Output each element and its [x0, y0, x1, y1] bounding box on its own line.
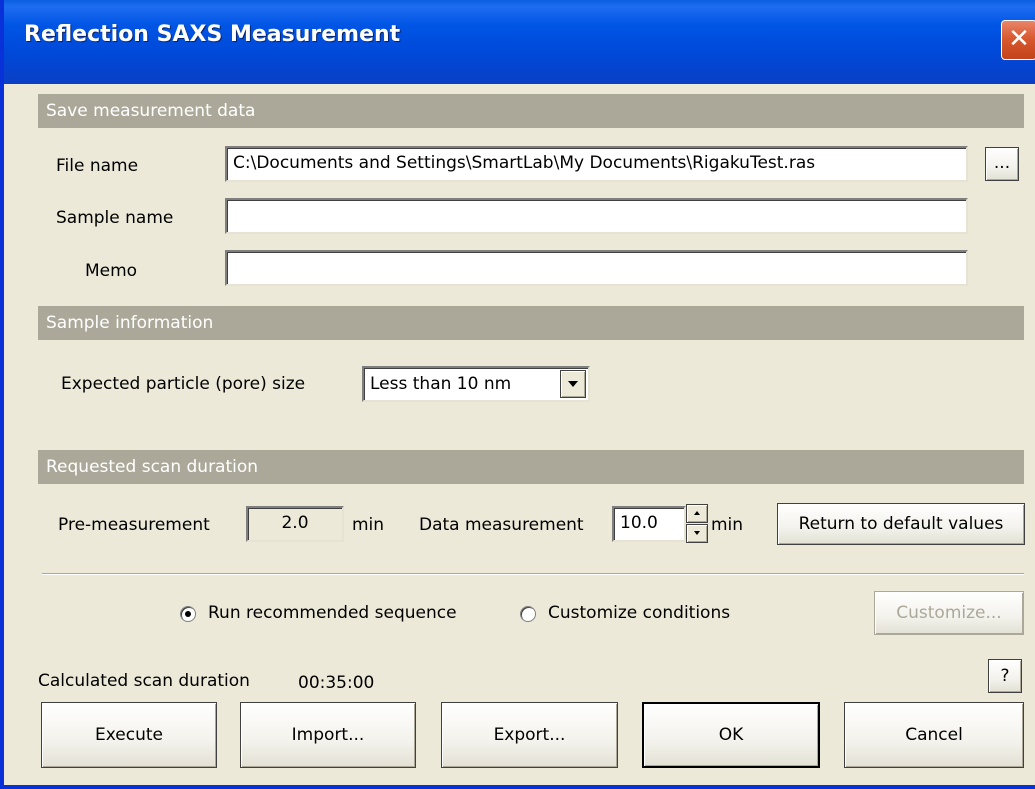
- particle-size-select[interactable]: Less than 10 nm: [362, 366, 590, 402]
- chevron-down-icon[interactable]: [560, 370, 586, 398]
- data-measurement-spinner[interactable]: [686, 504, 708, 544]
- recommended-radio-label[interactable]: Run recommended sequence: [208, 603, 457, 623]
- dialog-window: Reflection SAXS Measurement ✕ Save measu…: [0, 0, 1035, 789]
- save-section-header: Save measurement data: [38, 94, 1024, 128]
- data-measurement-input[interactable]: 10.0: [612, 506, 686, 542]
- spin-down-icon[interactable]: [686, 524, 708, 543]
- ok-button[interactable]: OK: [642, 702, 820, 768]
- pre-measurement-unit: min: [352, 515, 385, 535]
- file-name-input[interactable]: C:\Documents and Settings\SmartLab\My Do…: [225, 146, 968, 182]
- particle-size-value: Less than 10 nm: [370, 374, 512, 394]
- particle-size-label: Expected particle (pore) size: [61, 374, 306, 394]
- execute-button[interactable]: Execute: [41, 702, 217, 768]
- customize-radio[interactable]: [520, 606, 536, 622]
- separator: [42, 573, 1024, 575]
- data-measurement-unit: min: [711, 515, 744, 535]
- memo-input[interactable]: [225, 250, 968, 286]
- close-button[interactable]: ✕: [1001, 20, 1035, 60]
- browse-button[interactable]: ...: [985, 147, 1019, 181]
- cancel-button[interactable]: Cancel: [844, 702, 1024, 768]
- scan-section-header: Requested scan duration: [38, 450, 1024, 484]
- pre-measurement-value: 2.0: [246, 506, 344, 542]
- calc-duration-label: Calculated scan duration: [38, 671, 250, 691]
- import-button[interactable]: Import...: [240, 702, 416, 768]
- return-default-button[interactable]: Return to default values: [777, 503, 1025, 545]
- sample-name-label: Sample name: [56, 208, 174, 228]
- file-name-label: File name: [56, 156, 139, 176]
- customize-radio-label[interactable]: Customize conditions: [548, 603, 730, 623]
- customize-button[interactable]: Customize...: [874, 591, 1024, 635]
- help-button[interactable]: ?: [988, 659, 1022, 693]
- dialog-title: Reflection SAXS Measurement: [24, 22, 401, 47]
- sample-section-header: Sample information: [38, 306, 1024, 340]
- title-bar[interactable]: Reflection SAXS Measurement: [4, 0, 1035, 84]
- sample-name-input[interactable]: [225, 198, 968, 234]
- pre-measurement-label: Pre-measurement: [58, 515, 210, 535]
- export-button[interactable]: Export...: [441, 702, 618, 768]
- dialog-content: Save measurement data File name C:\Docum…: [8, 84, 1035, 785]
- memo-label: Memo: [85, 261, 138, 281]
- data-measurement-label: Data measurement: [419, 515, 584, 535]
- recommended-radio[interactable]: [180, 606, 196, 622]
- spin-up-icon[interactable]: [686, 504, 708, 523]
- calc-duration-value: 00:35:00: [298, 673, 375, 693]
